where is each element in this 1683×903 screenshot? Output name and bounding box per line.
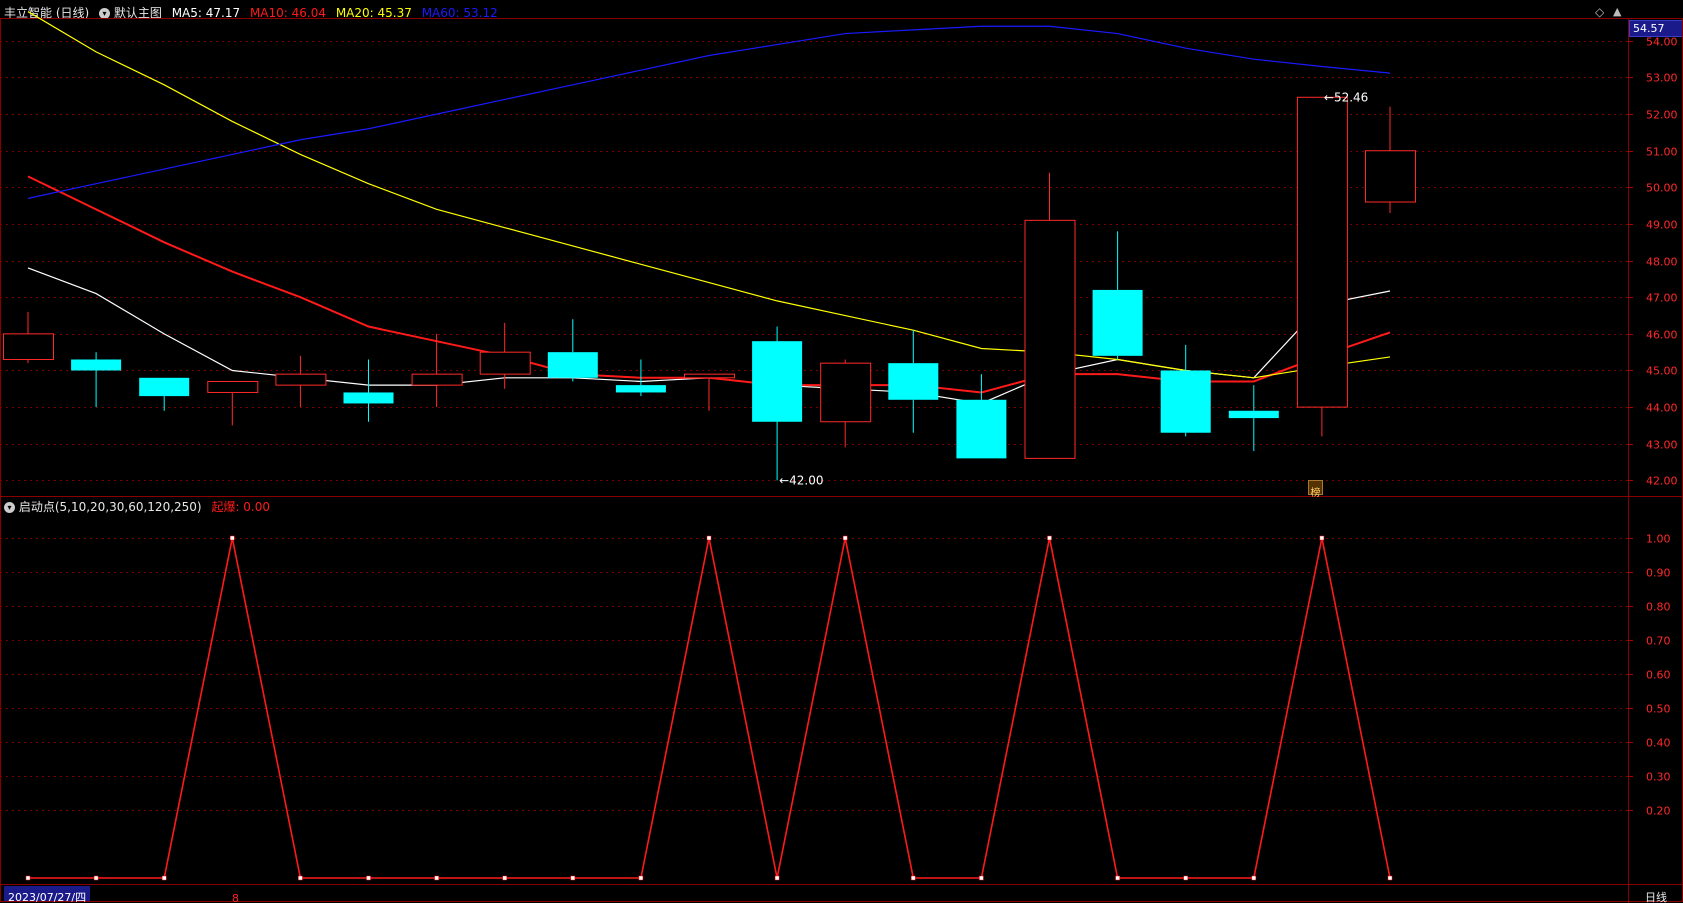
y-tick-label: 0.80 [1646,601,1671,614]
signal-point [1387,875,1393,881]
candle-body [956,399,1007,459]
signal-point [93,875,99,881]
signal-point [1251,875,1257,881]
sub-grid [0,538,1628,811]
y-tick-label: 0.70 [1646,635,1671,648]
signal-point [842,535,848,541]
candle [1092,231,1143,360]
chart-canvas: 42.00 43.00 44.00 45.00 46.00 47.00 48.00 49.00… [0,11,1683,903]
footer-date[interactable]: 2023/07/27/四 [4,886,91,903]
ma-lines [27,11,1391,405]
candle-body [71,359,122,371]
y-tick-label: 42.00 [1646,475,1678,488]
y-tick-label: 51.00 [1646,146,1678,159]
y-tick-label: 44.00 [1646,402,1678,415]
signal-point [911,875,916,881]
y-tick-label: 45.00 [1646,365,1678,378]
y-tick-label: 49.00 [1646,219,1678,232]
price-annotation: ←52.46 [1324,90,1368,104]
candle [479,322,531,389]
y-tick-label: 48.00 [1646,256,1678,269]
signal-point [706,535,712,541]
y-tick-label: 47.00 [1646,292,1678,305]
candle-body [1092,289,1143,356]
candle-body [1296,96,1348,408]
candle-body [752,341,803,422]
candle-body [820,362,872,423]
candle-body [275,373,327,386]
candle-body [547,352,598,378]
candle-body [343,392,394,404]
candle-body [1365,150,1416,203]
y-tick-label: 53.00 [1646,72,1678,85]
sub-y-axis: 0.20 0.30 0.40 0.50 0.60 0.70 0.80 0.90 1.00 [1628,533,1671,818]
candle-body [684,373,735,379]
candle [547,319,598,382]
signal-point [1047,535,1052,541]
main-grid [0,41,1628,481]
candle-body [888,363,939,400]
signal-point [1115,875,1120,881]
signal-point [434,875,439,881]
y-tick-label: 1.00 [1646,533,1671,546]
y-tick-label: 0.30 [1646,771,1671,784]
candle [1296,96,1348,437]
y-tick-label: 0.20 [1646,805,1671,818]
signal-point [502,875,507,881]
y-tick-label: 50.00 [1646,182,1678,195]
candle [1365,106,1416,214]
signal-point [1319,535,1325,541]
candle [71,352,122,408]
candle-body [479,351,531,375]
ma20-line [27,11,1391,379]
y-tick-label: 0.60 [1646,669,1671,682]
candle [275,355,327,408]
candle [752,326,803,481]
signal-point [979,875,984,881]
candle [207,380,259,426]
candle-body [1228,410,1279,419]
candle [1228,385,1279,452]
signal-point [1183,875,1188,881]
signal-point [774,875,780,881]
chart-frame [0,18,1683,903]
candle-body [411,373,463,386]
signal-point [25,875,31,881]
candle [888,330,939,433]
y-tick-label: 0.90 [1646,567,1671,580]
candles [3,96,1416,481]
candle [1024,172,1076,459]
candle [820,359,872,448]
candle-body [615,385,666,393]
signal-point [638,875,644,881]
candle [1160,344,1211,437]
signal-point [570,875,576,881]
ma60-line [27,25,1391,199]
signal-point [298,875,303,881]
outer-frame [0,18,1683,902]
signal-point [230,535,235,541]
ranking-badge[interactable]: 榜 [1308,480,1323,499]
footer-marker: 8 [232,892,239,903]
candle [343,359,394,422]
signal-point [366,875,371,881]
price-annotation: ←42.00 [779,473,823,487]
y-tick-label: 46.00 [1646,329,1678,342]
y-tick-label: 0.50 [1646,703,1671,716]
y-tick-label: 52.00 [1646,109,1678,122]
y-tick-label: 43.00 [1646,439,1678,452]
y-tick-label: 0.40 [1646,737,1671,750]
period-button[interactable]: 日线 [1645,886,1667,903]
candle-body [1024,219,1076,459]
main-y-axis: 42.00 43.00 44.00 45.00 46.00 47.00 48.00 49.00… [1628,36,1678,488]
y-tick-label: 54.00 [1646,36,1678,49]
candle-body [139,377,190,397]
candle-body [207,380,259,393]
candle [3,311,54,364]
candle-body [3,333,54,360]
candle-body [1160,370,1211,433]
signal-point [161,875,167,881]
candle [139,377,190,411]
